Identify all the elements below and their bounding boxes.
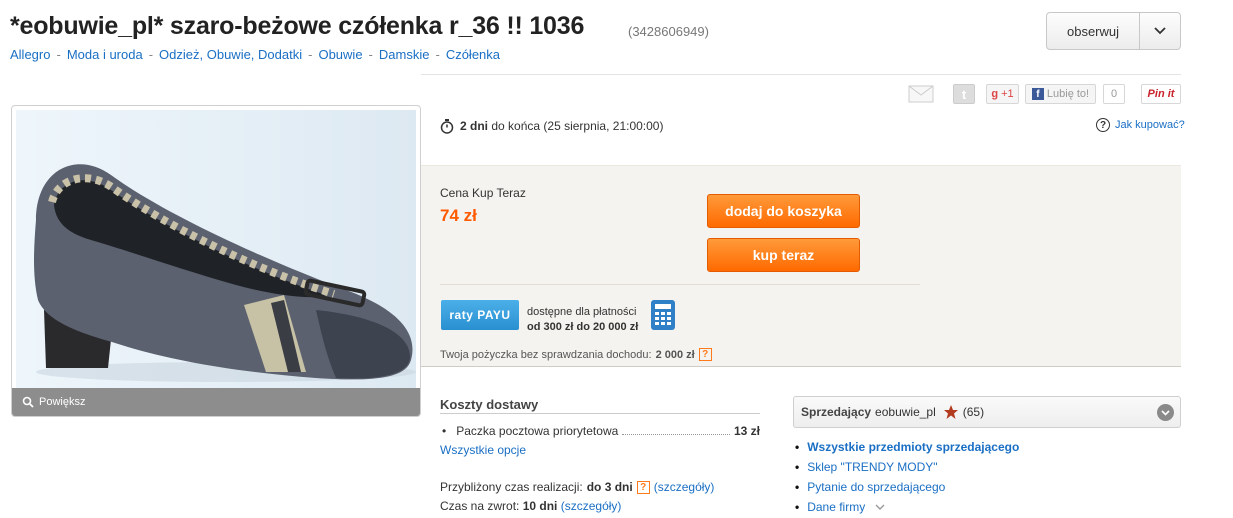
bullet: •: [795, 480, 800, 494]
shipping-option-row: • Paczka pocztowa priorytetowa 13 zł: [440, 424, 760, 438]
seller-star-icon: [943, 405, 958, 419]
stopwatch-icon: [440, 119, 454, 134]
zoom-label: Powiększ: [39, 396, 86, 408]
watch-button-group: obserwuj: [1046, 12, 1181, 50]
seller-box[interactable]: Sprzedający eobuwie_pl (65): [793, 396, 1181, 428]
share-twitter-button[interactable]: t: [953, 84, 975, 104]
ask-seller-link[interactable]: Pytanie do sprzedającego: [807, 480, 945, 494]
product-image-box[interactable]: Powiększ: [11, 105, 421, 417]
gplus-icon: g: [991, 88, 999, 100]
realization-details-link[interactable]: (szczegóły): [654, 480, 715, 494]
all-items-link[interactable]: Wszystkie przedmioty sprzedającego: [807, 440, 1019, 454]
breadcrumb-czolenka[interactable]: Czółenka: [446, 47, 500, 62]
how-to-buy-label[interactable]: Jak kupować?: [1115, 119, 1185, 131]
divider: [440, 284, 920, 285]
loan-help-icon[interactable]: ?: [698, 348, 712, 361]
all-shipping-options-link[interactable]: Wszystkie opcje: [440, 443, 526, 457]
payu-info: dostępne dla płatności od 300 zł do 20 0…: [527, 305, 638, 335]
loan-value: 2 000 zł: [655, 348, 695, 361]
company-data-link[interactable]: Dane firmy: [807, 500, 865, 514]
product-image[interactable]: [16, 110, 416, 388]
bullet: •: [795, 500, 800, 514]
shipping-title: Koszty dostawy: [440, 397, 539, 412]
payu-line-1: dostępne dla płatności: [527, 306, 637, 318]
seller-expand-button[interactable]: [1157, 404, 1174, 421]
zoom-button[interactable]: Powiększ: [12, 388, 420, 416]
page-title: *eobuwie_pl* szaro-beżowe czółenka r_36 …: [10, 12, 585, 40]
dot-leader: [622, 434, 730, 435]
return-details-link[interactable]: (szczegóły): [561, 499, 622, 513]
bullet: •: [442, 424, 447, 438]
like-label: Lubię to!: [1046, 88, 1090, 100]
return-time: Czas na zwrot: 10 dni (szczegóły): [440, 499, 621, 513]
share-gplus-button[interactable]: g +1: [986, 84, 1019, 104]
return-label: Czas na zwrot:: [440, 499, 520, 513]
breadcrumb-separator: -: [308, 47, 313, 62]
seller-link-shop[interactable]: • Sklep "TRENDY MODY": [795, 460, 938, 474]
help-icon: ?: [1096, 118, 1110, 132]
breadcrumb-allegro[interactable]: Allegro: [10, 47, 50, 62]
timer-text: do końca (25 sierpnia, 21:00:00): [491, 119, 664, 133]
add-to-cart-button[interactable]: dodaj do koszyka: [707, 194, 860, 228]
bullet: •: [795, 460, 800, 474]
breadcrumb-separator: -: [368, 47, 373, 62]
shop-link[interactable]: Sklep "TRENDY MODY": [807, 460, 937, 474]
gplus-label: +1: [1001, 88, 1014, 100]
watch-button[interactable]: obserwuj: [1047, 13, 1140, 49]
breadcrumb-separator: -: [56, 47, 61, 62]
buy-now-button[interactable]: kup teraz: [707, 238, 860, 272]
chevron-down-icon: [1161, 409, 1170, 416]
pinterest-button[interactable]: Pin it: [1141, 84, 1181, 104]
shipping-price: 13 zł: [733, 424, 760, 438]
facebook-icon: f: [1031, 88, 1044, 100]
breadcrumb-separator: -: [148, 47, 154, 62]
divider: [440, 413, 760, 414]
share-email-button[interactable]: [907, 84, 934, 104]
how-to-buy-link[interactable]: ? Jak kupować?: [1096, 118, 1185, 132]
loan-info: Twoja pożyczka bez sprawdzania dochodu: …: [440, 348, 712, 361]
chevron-down-icon: [875, 504, 885, 510]
timer-days: 2 dni: [460, 119, 489, 133]
shoe-image: [34, 164, 416, 382]
seller-link-all-items[interactable]: • Wszystkie przedmioty sprzedającego: [795, 440, 1019, 454]
seller-link-question[interactable]: • Pytanie do sprzedającego: [795, 480, 945, 494]
shipping-method: Paczka pocztowa priorytetowa: [456, 424, 619, 438]
seller-rating[interactable]: (65): [963, 405, 984, 419]
breadcrumb-separator: -: [435, 47, 440, 62]
breadcrumb-damskie[interactable]: Damskie: [379, 47, 430, 62]
realization-time: Przybliżony czas realizacji: do 3 dni ? …: [440, 480, 714, 494]
payu-installments-logo[interactable]: raty PAYU: [441, 300, 519, 330]
chevron-down-icon: [1154, 27, 1166, 35]
price-label: Cena Kup Teraz: [440, 186, 526, 200]
seller-name[interactable]: eobuwie_pl: [875, 405, 936, 419]
seller-label: Sprzedający: [801, 405, 872, 419]
realization-help-icon[interactable]: ?: [636, 480, 650, 494]
breadcrumb-obuwie[interactable]: Obuwie: [318, 47, 362, 62]
bullet: •: [795, 440, 800, 454]
breadcrumb-odziez[interactable]: Odzież, Obuwie, Dodatki: [159, 47, 302, 62]
divider: [421, 74, 1181, 75]
breadcrumb: Allegro - Moda i uroda - Odzież, Obuwie, Dod…: [10, 47, 500, 62]
like-count: 0: [1103, 84, 1125, 104]
loan-prefix: Twoja pożyczka bez sprawdzania dochodu:: [440, 348, 652, 361]
watch-dropdown-button[interactable]: [1140, 13, 1180, 49]
return-value: 10 dni: [522, 499, 558, 513]
facebook-like-button[interactable]: f Lubię to!: [1025, 84, 1096, 104]
seller-link-company[interactable]: • Dane firmy: [795, 500, 885, 514]
auction-timer: 2 dni do końca (25 sierpnia, 21:00:00): [440, 118, 663, 134]
envelope-icon: [908, 85, 933, 103]
payu-line-2: od 300 zł do 20 000 zł: [527, 321, 639, 333]
calculator-keys: [655, 304, 671, 325]
twitter-icon: t: [961, 86, 967, 102]
breadcrumb-moda[interactable]: Moda i uroda: [67, 47, 143, 62]
calculator-icon[interactable]: [651, 300, 675, 330]
realization-label: Przybliżony czas realizacji:: [440, 480, 583, 494]
price-panel: Cena Kup Teraz 74 zł dodaj do koszyka ku…: [421, 165, 1181, 367]
item-id: (3428606949): [628, 24, 709, 39]
price-value: 74 zł: [440, 206, 477, 225]
realization-value: do 3 dni: [586, 480, 633, 494]
magnifier-icon: [22, 396, 34, 408]
